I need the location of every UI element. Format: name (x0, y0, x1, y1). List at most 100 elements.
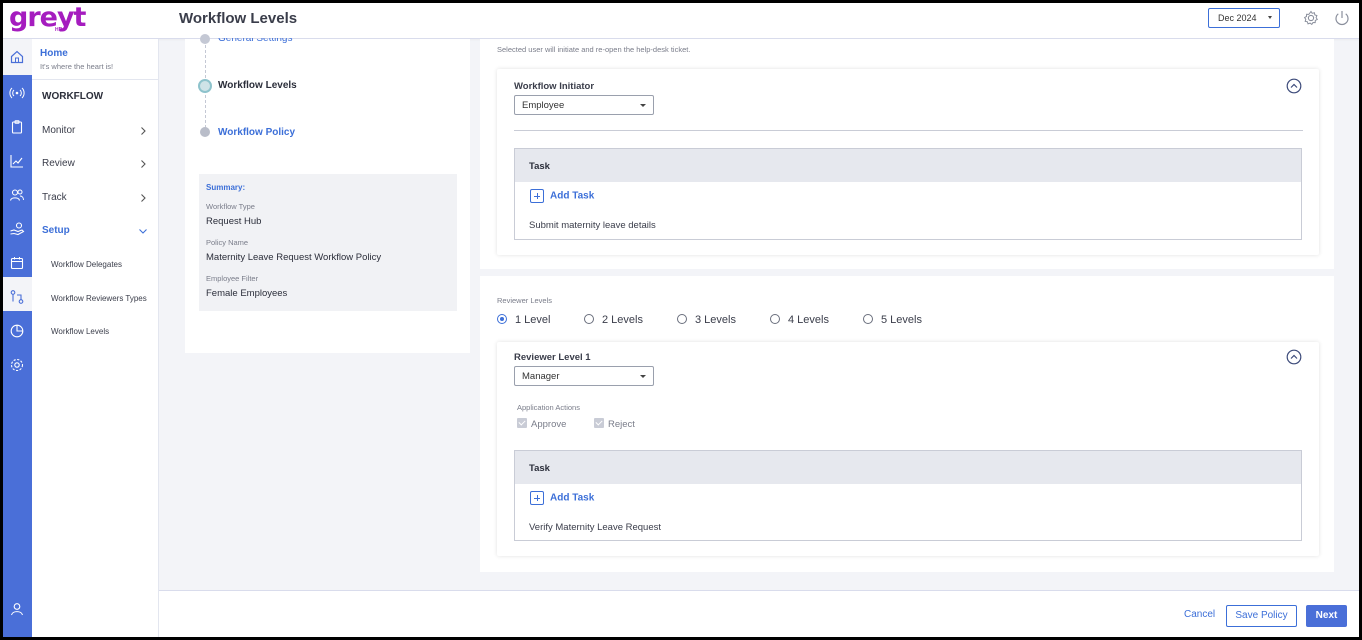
month-value: Dec 2024 (1218, 13, 1257, 23)
radio-label: 4 Levels (788, 314, 829, 326)
checkbox-box (594, 418, 604, 428)
radio-label: 1 Level (515, 314, 551, 326)
workflow-type-label: Workflow Type (206, 202, 255, 211)
radio-2-levels[interactable]: 2 Levels (584, 314, 643, 326)
add-task-label: Add Task (550, 190, 595, 202)
greythr-logo[interactable]: greyt (9, 3, 86, 33)
workflow-initiator-select[interactable]: Employee (514, 95, 654, 115)
radio-label: 5 Levels (881, 314, 922, 326)
app-window: greyt HR Workflow Levels Dec 2024 Home I… (3, 3, 1359, 637)
radio-circle (770, 314, 780, 324)
reviewer-levels-label: Reviewer Levels (497, 296, 553, 305)
caret-down-icon (640, 104, 646, 107)
collapse-up-icon[interactable] (1286, 349, 1302, 365)
caret-down-icon (640, 375, 646, 378)
pie-chart-icon[interactable] (9, 323, 25, 339)
hand-money-icon[interactable] (9, 221, 25, 237)
reviewer-task-table: Task Add Task Verify Maternity Leave Req… (514, 450, 1302, 541)
nav-item-monitor[interactable]: Monitor (42, 125, 75, 136)
chevron-right-icon (141, 194, 146, 202)
clipboard-icon[interactable] (9, 119, 25, 135)
workflow-type-value: Request Hub (206, 216, 262, 227)
policy-name-label: Policy Name (206, 238, 249, 247)
radio-5-levels[interactable]: 5 Levels (863, 314, 922, 326)
radio-3-levels[interactable]: 3 Levels (677, 314, 736, 326)
add-task-button[interactable]: Add Task (530, 491, 594, 505)
task-item: Verify Maternity Leave Request (529, 522, 662, 533)
reviewer-level-1-select[interactable]: Manager (514, 366, 654, 386)
caret-down-icon (1268, 16, 1272, 19)
task-header: Task (515, 149, 1301, 182)
step-dot-workflow-policy (200, 127, 210, 137)
collapse-up-icon[interactable] (1286, 78, 1302, 94)
logo-sub: HR (55, 27, 63, 33)
chevron-right-icon (141, 160, 146, 168)
policy-name-value: Maternity Leave Request Workflow Policy (206, 252, 382, 263)
power-icon[interactable] (1333, 9, 1351, 27)
broadcast-icon[interactable] (9, 85, 25, 101)
reviewer-level-1-value: Manager (522, 371, 560, 382)
checkbox-label: Approve (531, 419, 567, 430)
step-workflow-levels[interactable]: Workflow Levels (218, 80, 297, 91)
cancel-button[interactable]: Cancel (1184, 609, 1215, 620)
checkbox-box (517, 418, 527, 428)
radio-circle (677, 314, 687, 324)
month-selector[interactable]: Dec 2024 (1208, 8, 1280, 28)
initiator-task-table: Task Add Task Submit maternity leave det… (514, 148, 1302, 240)
task-item: Submit maternity leave details (529, 220, 656, 231)
add-task-button[interactable]: Add Task (530, 189, 594, 203)
summary-title: Summary: (206, 183, 246, 192)
step-dot-general-settings (200, 34, 210, 44)
step-workflow-policy[interactable]: Workflow Policy (218, 127, 295, 138)
step-dot-workflow-levels (198, 79, 212, 93)
reject-checkbox[interactable]: Reject (594, 418, 635, 430)
checkbox-label: Reject (608, 419, 635, 430)
nav-home-title[interactable]: Home (40, 48, 68, 59)
radio-4-levels[interactable]: 4 Levels (770, 314, 829, 326)
side-nav: Home It's where the heart is! WORKFLOW M… (32, 39, 159, 637)
radio-label: 2 Levels (602, 314, 643, 326)
application-actions-label: Application Actions (517, 403, 580, 412)
next-button[interactable]: Next (1306, 605, 1347, 627)
workflow-initiator-value: Employee (522, 100, 565, 111)
save-policy-button[interactable]: Save Policy (1226, 605, 1297, 627)
profile-icon[interactable] (9, 601, 25, 617)
summary-box: Summary: Workflow Type Request Hub Polic… (199, 174, 457, 311)
chart-icon[interactable] (9, 153, 25, 169)
footer-bar (159, 590, 1359, 637)
initiator-divider (514, 130, 1303, 131)
workflow-initiator-label: Workflow Initiator (514, 81, 595, 92)
nav-subitem-workflow-reviewers-types[interactable]: Workflow Reviewers Types (51, 294, 147, 303)
nav-item-review[interactable]: Review (42, 158, 75, 169)
nav-item-track[interactable]: Track (42, 192, 67, 203)
employee-filter-value: Female Employees (206, 288, 288, 299)
chevron-down-icon (139, 229, 147, 234)
nav-item-setup[interactable]: Setup (42, 225, 70, 236)
workflow-icon[interactable] (9, 289, 25, 305)
radio-circle (863, 314, 873, 324)
radio-1-level[interactable]: 1 Level (497, 314, 550, 326)
task-header: Task (515, 451, 1301, 484)
settings-icon[interactable] (9, 357, 25, 373)
radio-label: 3 Levels (695, 314, 736, 326)
plus-icon (530, 189, 544, 203)
icon-rail (3, 39, 32, 637)
nav-subitem-workflow-delegates[interactable]: Workflow Delegates (51, 260, 122, 269)
radio-circle (584, 314, 594, 324)
nav-home-subtitle: It's where the heart is! (40, 62, 114, 71)
approve-checkbox[interactable]: Approve (517, 418, 566, 430)
initiator-helper-text: Selected user will initiate and re-open … (497, 45, 691, 54)
task-header-label: Task (529, 463, 550, 474)
employee-filter-label: Employee Filter (206, 274, 259, 283)
radio-circle (497, 314, 507, 324)
plus-icon (530, 491, 544, 505)
home-icon[interactable] (9, 49, 25, 65)
nav-divider (32, 79, 159, 80)
reviewer-level-1-label: Reviewer Level 1 (514, 352, 591, 363)
nav-subitem-workflow-levels[interactable]: Workflow Levels (51, 327, 109, 336)
users-icon[interactable] (9, 187, 25, 203)
add-task-label: Add Task (550, 492, 595, 504)
calendar-icon[interactable] (9, 255, 25, 271)
gear-icon[interactable] (1302, 9, 1320, 27)
nav-section-title: WORKFLOW (42, 91, 104, 102)
